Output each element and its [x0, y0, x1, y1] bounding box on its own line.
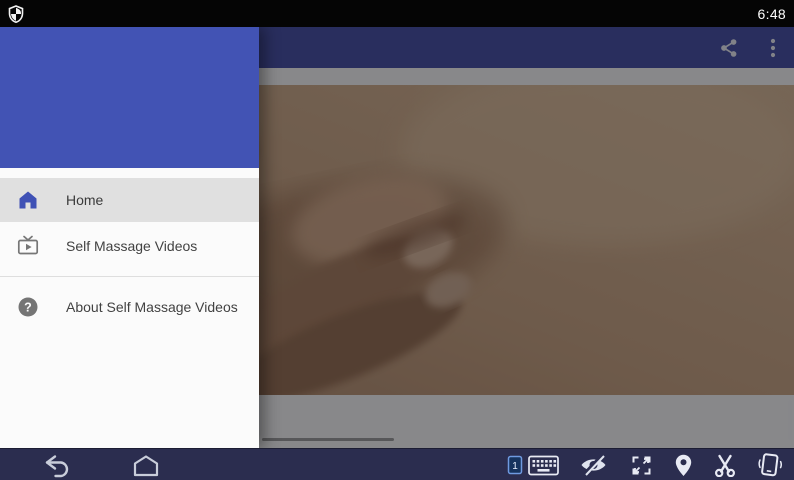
- drawer-item-label: Self Massage Videos: [66, 238, 197, 254]
- input-key-icon[interactable]: 1: [507, 455, 523, 475]
- fullscreen-icon[interactable]: [630, 454, 653, 477]
- drawer-header: [0, 27, 259, 168]
- drawer-item-home[interactable]: Home: [0, 178, 259, 222]
- drawer-item-self-massage-videos[interactable]: Self Massage Videos: [0, 222, 259, 270]
- nav-bar: 1: [0, 448, 794, 480]
- svg-text:?: ?: [24, 300, 32, 314]
- clock: 6:48: [758, 6, 786, 22]
- back-button-icon[interactable]: [42, 453, 72, 478]
- home-icon: [16, 188, 40, 212]
- device-rotate-icon[interactable]: [758, 453, 782, 477]
- drawer-item-about[interactable]: ? About Self Massage Videos: [0, 285, 259, 329]
- help-icon: ?: [16, 295, 40, 319]
- drawer-item-label: About Self Massage Videos: [66, 299, 238, 315]
- home-button-icon[interactable]: [130, 454, 162, 477]
- svg-text:1: 1: [512, 461, 518, 472]
- location-icon[interactable]: [675, 454, 692, 477]
- navigation-drawer: Home Self Massage Videos ? About Self Ma…: [0, 27, 259, 448]
- emulator-screen: 6:48: [0, 0, 794, 480]
- screenshot-scissors-icon[interactable]: [712, 453, 738, 477]
- drawer-divider: [0, 276, 259, 277]
- live-tv-icon: [16, 234, 40, 258]
- emulator-tools: 1: [507, 449, 782, 480]
- status-bar: 6:48: [0, 0, 794, 27]
- drawer-item-label: Home: [66, 192, 103, 208]
- keyboard-icon[interactable]: [528, 455, 559, 476]
- security-shield-icon: [8, 5, 24, 23]
- hide-eye-icon[interactable]: [579, 454, 608, 476]
